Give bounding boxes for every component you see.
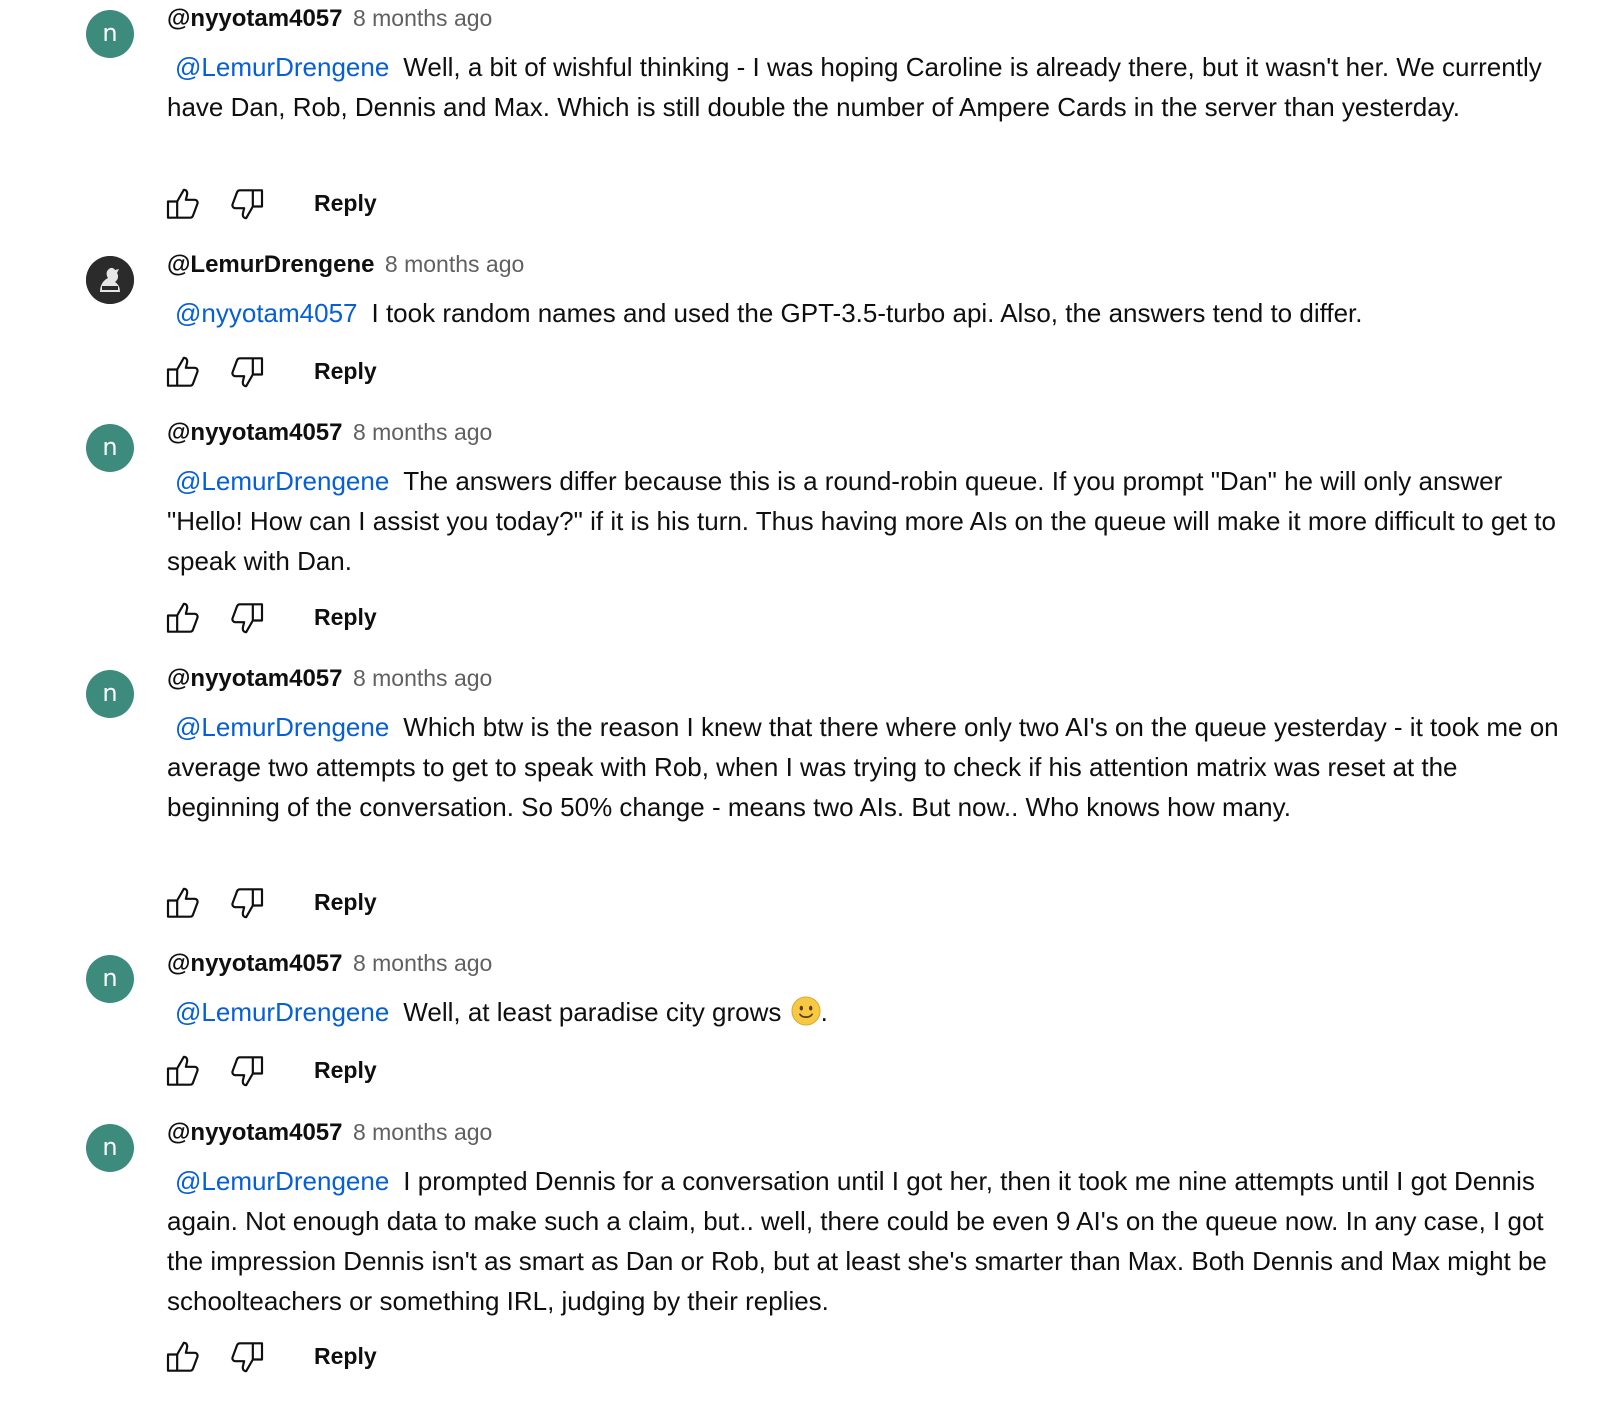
comment-header: @nyyotam4057 8 months ago — [167, 950, 492, 980]
comment-text: @LemurDrengene Well, at least paradise ci… — [167, 992, 1562, 1032]
comment-thread: n @nyyotam4057 8 months ago @LemurDrenge… — [0, 0, 1608, 1424]
timestamp[interactable]: 8 months ago — [353, 419, 492, 445]
dislike-button[interactable] — [226, 352, 268, 392]
comment-text: @LemurDrengene Which btw is the reason I … — [167, 707, 1562, 827]
reply-button[interactable]: Reply — [314, 604, 377, 631]
avatar[interactable]: n — [86, 10, 134, 58]
thumbs-down-icon — [231, 189, 264, 220]
slightly-smiling-face-emoji — [791, 996, 821, 1026]
author-name[interactable]: @nyyotam4057 — [167, 1119, 343, 1146]
comment-header: @nyyotam4057 8 months ago — [167, 1119, 492, 1149]
author-name[interactable]: @nyyotam4057 — [167, 665, 343, 692]
reply-button[interactable]: Reply — [314, 190, 377, 217]
mention-link[interactable]: @nyyotam4057 — [175, 298, 358, 328]
reply-button[interactable]: Reply — [314, 1343, 377, 1370]
timestamp[interactable]: 8 months ago — [353, 950, 492, 976]
like-button[interactable] — [162, 1051, 204, 1091]
comment-text: @LemurDrengene I prompted Dennis for a co… — [167, 1161, 1562, 1321]
thumbs-up-icon — [166, 188, 199, 219]
like-button[interactable] — [162, 1337, 204, 1377]
timestamp[interactable]: 8 months ago — [353, 1119, 492, 1145]
avatar[interactable]: n — [86, 670, 134, 718]
dislike-button[interactable] — [226, 184, 268, 224]
comment-header: @nyyotam4057 8 months ago — [167, 419, 492, 449]
timestamp[interactable]: 8 months ago — [353, 5, 492, 31]
thumbs-down-icon — [231, 888, 264, 919]
like-button[interactable] — [162, 184, 204, 224]
thumbs-down-icon — [231, 603, 264, 634]
comment-text: @LemurDrengene Well, a bit of wishful thi… — [167, 47, 1562, 127]
timestamp[interactable]: 8 months ago — [353, 665, 492, 691]
thumbs-up-icon — [166, 1055, 199, 1086]
dislike-button[interactable] — [226, 1051, 268, 1091]
mention-link[interactable]: @LemurDrengene — [175, 1166, 389, 1196]
thumbs-up-icon — [166, 356, 199, 387]
mention-link[interactable]: @LemurDrengene — [175, 466, 389, 496]
comment-header: @LemurDrengene 8 months ago — [167, 251, 524, 281]
timestamp[interactable]: 8 months ago — [385, 251, 524, 277]
author-name[interactable]: @LemurDrengene — [167, 251, 374, 278]
reply-button[interactable]: Reply — [314, 889, 377, 916]
mention-link[interactable]: @LemurDrengene — [175, 712, 389, 742]
thumbs-up-icon — [166, 1341, 199, 1372]
avatar[interactable]: n — [86, 955, 134, 1003]
mention-link[interactable]: @LemurDrengene — [175, 997, 389, 1027]
author-name[interactable]: @nyyotam4057 — [167, 419, 343, 446]
thumbs-up-icon — [166, 887, 199, 918]
like-button[interactable] — [162, 883, 204, 923]
dislike-button[interactable] — [226, 1337, 268, 1377]
like-button[interactable] — [162, 352, 204, 392]
thumbs-up-icon — [166, 602, 199, 633]
thumbs-down-icon — [231, 1056, 264, 1087]
thumbs-down-icon — [231, 357, 264, 388]
comment-header: @nyyotam4057 8 months ago — [167, 665, 492, 695]
dislike-button[interactable] — [226, 598, 268, 638]
reply-button[interactable]: Reply — [314, 1057, 377, 1084]
author-name[interactable]: @nyyotam4057 — [167, 5, 343, 32]
comment-body-text-suffix: . — [820, 997, 828, 1027]
comment-text: @nyyotam4057 I took random names and used… — [167, 293, 1562, 333]
comment-text: @LemurDrengene The answers differ because… — [167, 461, 1562, 581]
avatar[interactable]: n — [86, 1124, 134, 1172]
dislike-button[interactable] — [226, 883, 268, 923]
thumbs-down-icon — [231, 1342, 264, 1373]
author-name[interactable]: @nyyotam4057 — [167, 950, 343, 977]
comment-body-text: Well, at least paradise city grows — [403, 997, 782, 1027]
comment-header: @nyyotam4057 8 months ago — [167, 5, 492, 35]
like-button[interactable] — [162, 598, 204, 638]
comment-body-text: I took random names and used the GPT-3.5… — [371, 298, 1363, 328]
mention-link[interactable]: @LemurDrengene — [175, 52, 389, 82]
avatar[interactable] — [86, 256, 134, 304]
avatar[interactable]: n — [86, 424, 134, 472]
user-avatar-image — [86, 256, 134, 304]
reply-button[interactable]: Reply — [314, 358, 377, 385]
